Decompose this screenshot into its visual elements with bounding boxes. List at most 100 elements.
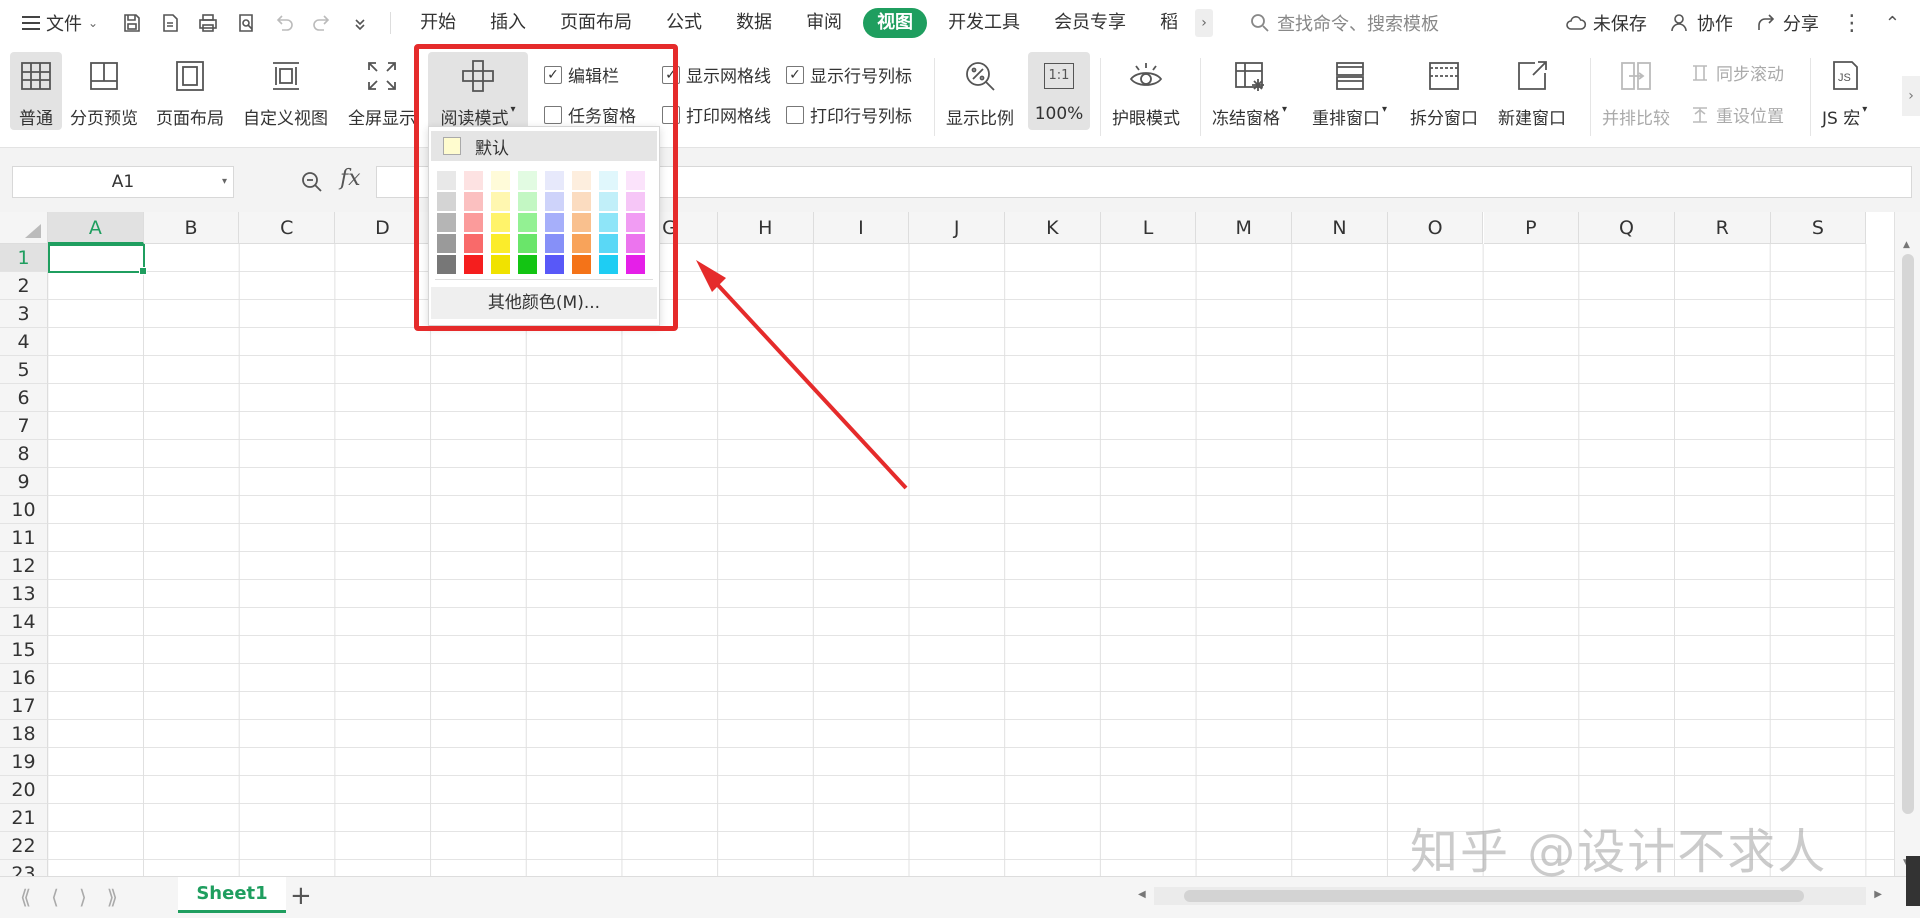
page-layout-view-button[interactable]: 页面布局 [156,52,224,129]
scroll-left-icon[interactable]: ◀ [1138,889,1146,900]
color-swatch[interactable] [545,234,564,253]
side-by-side-button[interactable]: 并排比较 [1602,52,1670,129]
print-headings-checkbox[interactable]: 打印行号列标 [786,102,912,127]
color-swatch[interactable] [599,255,618,274]
column-header[interactable]: O [1387,212,1484,244]
color-swatch[interactable] [518,255,537,274]
default-color-option[interactable]: 默认 [431,131,657,161]
fx-icon[interactable]: fx [340,166,361,191]
color-swatch[interactable] [464,234,483,253]
more-vertical-icon[interactable]: ⋮ [1841,11,1863,36]
unsaved-status[interactable]: 未保存 [1565,10,1647,36]
vertical-scroll-thumb[interactable] [1902,254,1914,814]
task-pane-checkbox[interactable]: 任务窗格 [544,102,636,127]
color-swatch[interactable] [599,213,618,232]
selected-cell[interactable] [48,244,147,275]
row-header[interactable]: 14 [0,608,48,636]
tab-0[interactable]: 开始 [403,8,473,38]
color-swatch[interactable] [437,234,456,253]
column-header[interactable]: M [1196,212,1293,244]
magnifier-icon[interactable] [300,170,324,194]
collab-button[interactable]: 协作 [1669,10,1733,36]
horizontal-scroll-track[interactable] [1154,887,1866,905]
color-swatch[interactable] [626,192,645,211]
row-header[interactable]: 11 [0,524,48,552]
sync-scroll-button[interactable]: 同步滚动 [1690,60,1784,85]
name-box[interactable]: A1 ▾ [12,166,234,198]
color-swatch[interactable] [572,213,591,232]
show-gridlines-checkbox[interactable]: ✓ 显示网格线 [662,62,771,87]
page-break-preview-button[interactable]: 分页预览 [70,52,138,129]
color-swatch[interactable] [491,255,510,274]
tab-6[interactable]: 视图 [863,8,928,38]
share-button[interactable]: 分享 [1755,10,1819,36]
color-swatch[interactable] [464,213,483,232]
more-colors-option[interactable]: 其他颜色(M)... [431,287,657,319]
tab-4[interactable]: 数据 [719,8,789,38]
zoom-button[interactable]: 显示比例 [946,52,1014,129]
add-sheet-icon[interactable]: + [290,881,312,911]
row-header[interactable]: 5 [0,356,48,384]
tab-1[interactable]: 插入 [473,8,543,38]
row-header[interactable]: 22 [0,832,48,860]
tab-5[interactable]: 审阅 [789,8,859,38]
quick-access-dropdown-icon[interactable] [348,11,372,35]
zoom-100-button[interactable]: 1:1 100% [1028,52,1090,130]
row-header[interactable]: 6 [0,384,48,412]
color-swatch[interactable] [626,171,645,190]
color-swatch[interactable] [518,213,537,232]
color-swatch[interactable] [545,213,564,232]
column-header[interactable]: S [1770,212,1867,244]
column-header[interactable]: H [717,212,814,244]
scroll-right-icon[interactable]: ▶ [1874,889,1882,900]
column-header[interactable]: K [1005,212,1101,244]
sheet-tab-sheet1[interactable]: Sheet1 [178,877,286,913]
file-menu[interactable]: 文件 ⌄ [22,10,98,36]
print-preview-icon[interactable] [234,11,258,35]
column-header[interactable]: R [1674,212,1771,244]
color-swatch[interactable] [464,255,483,274]
row-header[interactable]: 17 [0,692,48,720]
color-swatch[interactable] [464,171,483,190]
color-swatch[interactable] [626,213,645,232]
color-swatch[interactable] [491,192,510,211]
cells-area[interactable] [48,244,1894,876]
first-sheet-icon[interactable]: ⟪ [20,885,31,909]
row-header[interactable]: 23 [0,860,48,876]
row-header[interactable]: 12 [0,552,48,580]
color-swatch[interactable] [437,192,456,211]
tab-9[interactable]: 稻 [1143,8,1195,38]
color-swatch[interactable] [572,234,591,253]
redo-icon[interactable] [310,11,334,35]
color-swatch[interactable] [626,234,645,253]
edit-bar-checkbox[interactable]: ✓ 编辑栏 [544,62,619,87]
reading-mode-button[interactable]: 阅读模式 ▾ [428,52,528,130]
horizontal-scrollbar[interactable]: ◀ ▶ [1130,887,1890,905]
row-header[interactable]: 9 [0,468,48,496]
arrange-windows-button[interactable]: 重排窗口 ▾ [1312,52,1387,129]
color-swatch[interactable] [437,213,456,232]
custom-view-button[interactable]: 自定义视图 [243,52,328,129]
column-header[interactable]: C [239,212,336,244]
last-sheet-icon[interactable]: ⟫ [107,885,118,909]
row-header[interactable]: 15 [0,636,48,664]
color-swatch[interactable] [437,171,456,190]
save-icon[interactable] [120,11,144,35]
color-swatch[interactable] [572,171,591,190]
color-swatch[interactable] [437,255,456,274]
row-header[interactable]: 1 [0,244,48,272]
color-swatch[interactable] [518,192,537,211]
export-pdf-icon[interactable] [158,11,182,35]
collapse-ribbon-icon[interactable]: ⌃ [1885,13,1900,34]
color-swatch[interactable] [545,255,564,274]
freeze-panes-button[interactable]: 冻结窗格 ▾ [1212,52,1287,129]
color-swatch[interactable] [599,171,618,190]
color-swatch[interactable] [599,192,618,211]
column-header[interactable]: N [1292,212,1388,244]
row-header[interactable]: 16 [0,664,48,692]
color-swatch[interactable] [626,255,645,274]
next-sheet-icon[interactable]: ⟩ [79,885,87,909]
row-header[interactable]: 19 [0,748,48,776]
column-header[interactable]: J [909,212,1005,244]
row-header[interactable]: 7 [0,412,48,440]
